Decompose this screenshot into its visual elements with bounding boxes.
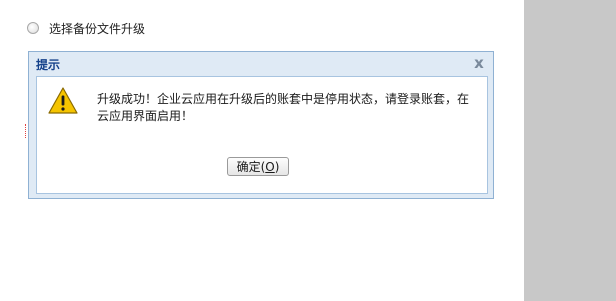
- main-page: 选择备份文件升级 提示 x 升级成功！企业云应用在升级后的账套中是停用状态，请登…: [0, 0, 524, 301]
- dialog-message: 升级成功！企业云应用在升级后的账套中是停用状态，请登录账套，在云应用界面启用！: [97, 92, 470, 123]
- dialog-titlebar[interactable]: 提示 x: [29, 52, 493, 76]
- alert-dialog: 提示 x 升级成功！企业云应用在升级后的账套中是停用状态，请登录账套，在云应用界…: [28, 51, 494, 199]
- backup-upgrade-radio[interactable]: [27, 22, 39, 34]
- backup-upgrade-option[interactable]: 选择备份文件升级: [27, 20, 145, 36]
- dialog-title: 提示: [36, 58, 61, 72]
- close-icon[interactable]: x: [472, 55, 486, 70]
- ok-button[interactable]: 确定(O): [227, 157, 289, 176]
- ok-button-label: 确定(: [236, 160, 266, 174]
- ok-button-mnemonic: O: [265, 159, 275, 174]
- right-side-panel: [524, 0, 616, 301]
- warning-icon: [48, 87, 78, 114]
- backup-upgrade-label: 选择备份文件升级: [49, 21, 146, 36]
- ok-button-suffix: ): [274, 159, 280, 174]
- dialog-content: 升级成功！企业云应用在升级后的账套中是停用状态，请登录账套，在云应用界面启用！ …: [36, 76, 488, 194]
